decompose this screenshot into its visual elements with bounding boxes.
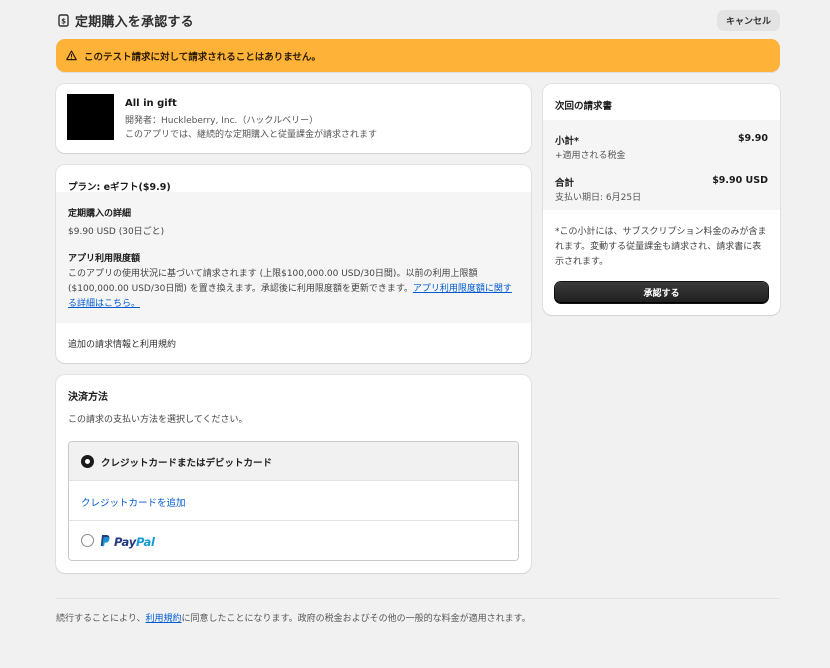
subscription-details-heading: 定期購入の詳細 [68,209,132,219]
next-bill-title: 次回の請求書 [555,101,613,112]
subtotal-label: 小計* [555,136,579,147]
subtotal-row: 小計* $9.90 [555,133,768,147]
cancel-button[interactable]: キャンセル [716,9,780,31]
card-option[interactable]: クレジットカードまたはデビットカード [69,442,518,481]
paypal-option[interactable]: PayPal [100,532,155,551]
app-info-card: All in gift 開発者：Huckleberry, Inc.（ハックルベリ… [56,84,531,153]
app-name: All in gift [125,98,177,109]
app-developer: 開発者：Huckleberry, Inc.（ハックルベリー） [125,116,319,126]
total-row: 合計 $9.90 USD [555,175,768,189]
next-bill-card: 次回の請求書 小計* $9.90 +適用される税金 合計 $9.90 USD 支… [543,84,780,315]
app-description: このアプリでは、継続的な定期購入と従量課金が請求されます [125,130,378,140]
warning-icon [66,46,77,65]
divider [69,520,518,521]
tax-label: +適用される税金 [555,151,626,161]
payment-subtitle: この請求の支払い方法を選択してください。 [68,415,248,425]
card-radio[interactable] [81,455,94,468]
paypal-icon [100,532,111,551]
plan-title: プラン: eギフト($9.9) [68,182,171,193]
footer-text-before: 続行することにより、 [56,614,146,624]
svg-text:$: $ [61,17,66,25]
subtotal-value: $9.90 [737,133,768,144]
footer-divider [56,598,780,599]
usage-limit-heading: アプリ利用限度額 [68,254,141,264]
paypal-logo-pal: Pal [136,534,155,549]
footer-text-after: に同意したことになります。政府の税金およびその他の一般的な料金が適用されます。 [181,614,531,624]
subscription-details-value: $9.90 USD (30日ごと) [68,227,165,237]
card-option-label: クレジットカードまたはデビットカード [101,458,273,469]
paypal-logo: PayPal [114,535,155,549]
app-logo [67,94,114,140]
footer-text: 続行することにより、利用規約に同意したことになります。政府の税金およびその他の一… [56,611,531,624]
payment-method-card: 決済方法 この請求の支払い方法を選択してください。 クレジットカードまたはデビッ… [56,375,531,573]
test-charge-banner: このテスト請求に対して請求されることはありません。 [56,39,780,72]
bill-summary: 小計* $9.90 +適用される税金 合計 $9.90 USD 支払い期日: 6… [543,120,780,210]
payment-options: クレジットカードまたはデビットカード クレジットカードを追加 PayPal [68,441,519,561]
plan-details: 定期購入の詳細 $9.90 USD (30日ごと) アプリ利用限度額 このアプリ… [56,192,531,323]
add-credit-card-link[interactable]: クレジットカードを追加 [81,495,186,509]
title-wrap: $ 定期購入を承認する [56,11,194,30]
approve-button[interactable]: 承認する [555,282,768,303]
page-header: $ 定期購入を承認する キャンセル [56,8,780,32]
page-title: 定期購入を承認する [75,14,194,30]
banner-text: このテスト請求に対して請求されることはありません。 [84,51,321,63]
terms-of-service-link[interactable]: 利用規約 [145,614,181,624]
receipt-icon: $ [56,13,71,28]
bill-note: *この小計には、サブスクリプション料金のみが含まれます。変動する従量課金も請求さ… [555,227,767,267]
total-label: 合計 [555,178,575,189]
total-value: $9.90 USD [712,175,768,186]
plan-card: プラン: eギフト($9.9) 定期購入の詳細 $9.90 USD (30日ごと… [56,165,531,363]
paypal-radio[interactable] [81,534,94,547]
usage-limit-text: このアプリの使用状況に基づいて請求されます (上限$100,000.00 USD… [68,267,520,312]
payment-title: 決済方法 [68,392,108,403]
due-date: 支払い期日: 6月25日 [555,193,642,203]
paypal-logo-pay: Pay [114,534,136,549]
terms-link[interactable]: 追加の請求情報と利用規約 [68,337,176,350]
